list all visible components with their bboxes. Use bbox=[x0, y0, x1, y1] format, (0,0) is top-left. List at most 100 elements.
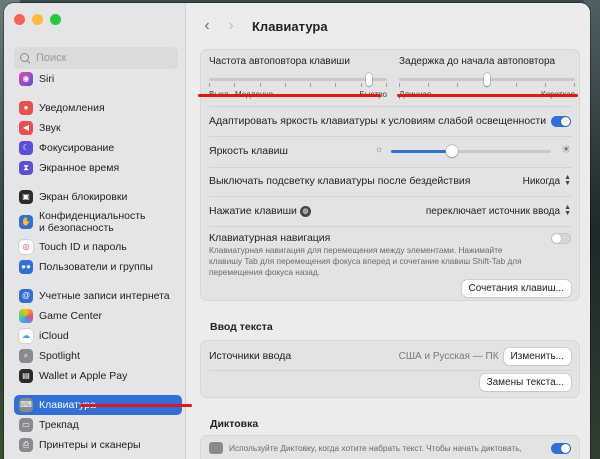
text-replacements-button[interactable]: Замены текста... bbox=[479, 374, 571, 391]
sidebar-item-icloud[interactable]: ☁ iCloud bbox=[14, 326, 182, 346]
annotation-underline-rate bbox=[198, 94, 381, 97]
repeat-rate-slider[interactable] bbox=[209, 78, 387, 81]
sidebar-item-game-center[interactable]: Game Center bbox=[14, 306, 182, 326]
dictation-card: Используйте Диктовку, когда хотите набра… bbox=[200, 435, 580, 459]
text-input-card: Источники ввода США и Русская — ПК Измен… bbox=[200, 340, 580, 398]
key-brightness-slider[interactable]: ☼ ☀ bbox=[375, 144, 571, 158]
brightness-fill bbox=[391, 150, 452, 153]
brightness-low-icon: ☼ bbox=[375, 144, 384, 154]
search-field[interactable]: Поиск bbox=[14, 47, 178, 69]
spotlight-icon: ⌕ bbox=[19, 349, 33, 363]
sidebar-item-label: Трекпад bbox=[39, 419, 79, 431]
sidebar-item-label: Spotlight bbox=[39, 350, 80, 362]
main-pane: ‹ › Клавиатура Частота автоповтора клави… bbox=[186, 3, 590, 459]
wallet-icon: ▤ bbox=[19, 369, 33, 383]
settings-window: Поиск ◉ Siri ● Уведомления ◀ Звук ☾ Фоку… bbox=[4, 3, 590, 459]
sidebar-item-spotlight[interactable]: ⌕ Spotlight bbox=[14, 346, 182, 366]
annotation-underline-keyboard bbox=[80, 404, 192, 407]
keyboard-nav-toggle[interactable] bbox=[551, 232, 571, 244]
sidebar-item-touch-id[interactable]: ◎ Touch ID и пароль bbox=[14, 237, 182, 257]
sidebar-item-label: Wallet и Apple Pay bbox=[39, 370, 128, 382]
sidebar-item-screen-time[interactable]: ⧗ Экранное время bbox=[14, 158, 182, 178]
adapt-brightness-toggle[interactable] bbox=[551, 115, 571, 127]
keyboard-settings-card: Частота автоповтора клавиши Выкл. Медлен… bbox=[200, 49, 580, 301]
sidebar-item-sound[interactable]: ◀ Звук bbox=[14, 118, 182, 138]
chevron-updown-icon: ▲ ▼ bbox=[564, 174, 571, 187]
sidebar-item-notifications[interactable]: ● Уведомления bbox=[14, 98, 182, 118]
sidebar: Поиск ◉ Siri ● Уведомления ◀ Звук ☾ Фоку… bbox=[4, 3, 186, 459]
change-button[interactable]: Изменить... bbox=[503, 347, 571, 365]
input-sources-label: Источники ввода bbox=[209, 350, 292, 362]
sidebar-item-label: Пользователи и группы bbox=[39, 261, 153, 273]
repeat-rate-title: Частота автоповтора клавиши bbox=[209, 56, 350, 67]
shortcuts-button[interactable]: Сочетания клавиш... bbox=[461, 280, 571, 297]
key-brightness-label: Яркость клавиш bbox=[209, 145, 288, 157]
repeat-delay-knob[interactable] bbox=[484, 73, 490, 86]
users-icon: ●● bbox=[19, 260, 33, 274]
sidebar-item-label-line2: и безопасность bbox=[39, 222, 114, 234]
input-sources-value: США и Русская — ПК bbox=[398, 350, 499, 362]
forward-arrow-icon[interactable]: › bbox=[224, 17, 238, 35]
divider bbox=[209, 226, 571, 227]
minimize-button[interactable] bbox=[32, 14, 43, 25]
backlight-off-value: Никогда bbox=[522, 175, 561, 187]
divider bbox=[209, 370, 571, 371]
dictation-description: Используйте Диктовку, когда хотите набра… bbox=[229, 442, 522, 453]
divider bbox=[209, 136, 571, 137]
press-key-row: Нажатие клавиши ◍ переключает источник в… bbox=[209, 201, 571, 221]
sidebar-item-label: Уведомления bbox=[39, 102, 105, 114]
moon-icon: ☾ bbox=[19, 141, 33, 155]
dictation-row: Используйте Диктовку, когда хотите набра… bbox=[209, 441, 571, 455]
backlight-off-row: Выключать подсветку клавиатуры после без… bbox=[209, 171, 571, 191]
keyboard-nav-description: Клавиатурная навигация для перемещения м… bbox=[209, 245, 522, 277]
keyboard-nav-row: Клавиатурная навигация bbox=[209, 231, 571, 245]
back-arrow-icon[interactable]: ‹ bbox=[200, 17, 214, 35]
sidebar-item-label: Конфиденциальность и безопасность bbox=[39, 210, 146, 234]
lock-screen-icon: ▣ bbox=[19, 190, 33, 204]
press-key-popup[interactable]: переключает источник ввода ▲ ▼ bbox=[425, 204, 571, 217]
microphone-icon bbox=[209, 442, 223, 454]
repeat-rate-knob[interactable] bbox=[366, 73, 373, 86]
sidebar-item-internet-accounts[interactable]: @ Учетные записи интернета bbox=[14, 286, 182, 306]
sidebar-item-siri[interactable]: ◉ Siri bbox=[14, 69, 182, 89]
cloud-icon: ☁ bbox=[19, 329, 33, 343]
game-center-icon bbox=[19, 309, 33, 323]
sidebar-item-label: Экранное время bbox=[39, 162, 120, 174]
sidebar-item-label: Siri bbox=[39, 73, 55, 85]
sidebar-item-users[interactable]: ●● Пользователи и группы bbox=[14, 257, 182, 277]
keyboard-nav-label: Клавиатурная навигация bbox=[209, 232, 331, 244]
search-icon bbox=[20, 52, 31, 64]
bell-icon: ● bbox=[19, 101, 33, 115]
sidebar-item-trackpad[interactable]: ▭ Трекпад bbox=[14, 415, 182, 435]
dictation-toggle[interactable] bbox=[551, 442, 571, 454]
repeat-rate-ticks bbox=[209, 83, 387, 87]
brightness-knob[interactable] bbox=[445, 145, 458, 157]
sidebar-item-printers[interactable]: ⎙ Принтеры и сканеры bbox=[14, 435, 182, 455]
sidebar-item-lock-screen[interactable]: ▣ Экран блокировки bbox=[14, 187, 182, 207]
sidebar-item-privacy[interactable]: ✋ Конфиденциальность и безопасность bbox=[14, 207, 182, 237]
press-key-value: переключает источник ввода bbox=[425, 205, 561, 217]
sidebar-item-label: iCloud bbox=[39, 330, 69, 342]
zoom-button[interactable] bbox=[50, 14, 61, 25]
page-title: Клавиатура bbox=[252, 18, 328, 34]
dictation-desc-group: Используйте Диктовку, когда хотите набра… bbox=[209, 442, 522, 454]
close-button[interactable] bbox=[14, 14, 25, 25]
hand-icon: ✋ bbox=[19, 215, 33, 229]
globe-icon: ◍ bbox=[299, 205, 311, 217]
backlight-off-label: Выключать подсветку клавиатуры после без… bbox=[209, 175, 471, 187]
keyboard-icon: ⌨ bbox=[19, 398, 33, 412]
sidebar-item-label: Учетные записи интернета bbox=[39, 290, 170, 302]
sidebar-item-focus[interactable]: ☾ Фокусирование bbox=[14, 138, 182, 158]
trackpad-icon: ▭ bbox=[19, 418, 33, 432]
sidebar-item-wallet[interactable]: ▤ Wallet и Apple Pay bbox=[14, 366, 182, 386]
input-sources-group: США и Русская — ПК Изменить... bbox=[398, 347, 571, 365]
sidebar-item-label: Фокусирование bbox=[39, 142, 115, 154]
titlebar: ‹ › Клавиатура bbox=[186, 3, 590, 49]
backlight-off-popup[interactable]: Никогда ▲ ▼ bbox=[522, 174, 571, 187]
divider bbox=[209, 167, 571, 168]
fingerprint-icon: ◎ bbox=[19, 240, 33, 254]
brightness-high-icon: ☀ bbox=[561, 144, 571, 156]
window-controls bbox=[14, 14, 61, 25]
press-key-label: Нажатие клавиши bbox=[209, 205, 297, 217]
press-key-label-group: Нажатие клавиши ◍ bbox=[209, 205, 311, 217]
